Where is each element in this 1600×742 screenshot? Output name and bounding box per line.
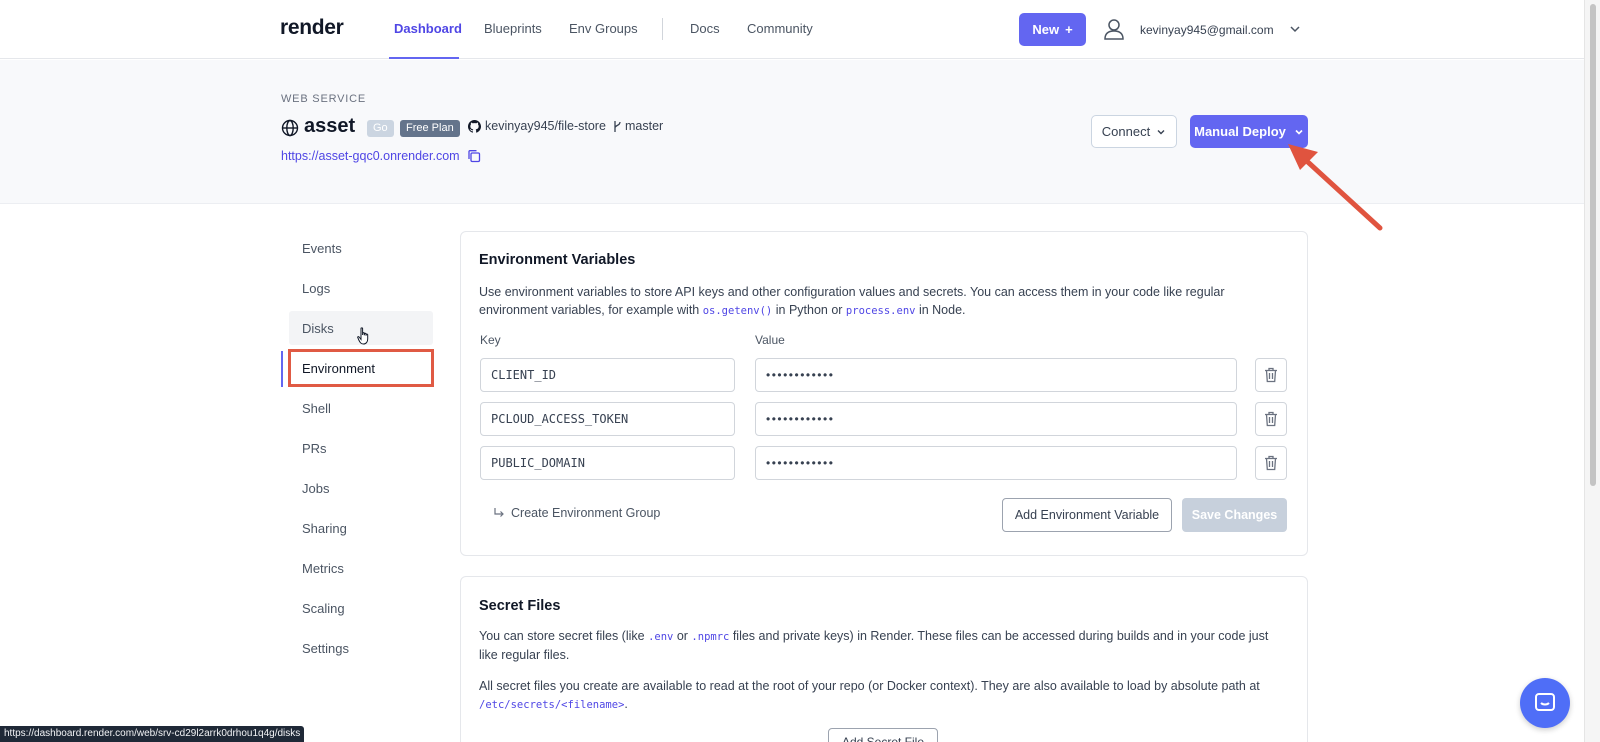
env-value-input[interactable]: •••••••••••• — [755, 358, 1237, 392]
env-description: Use environment variables to store API k… — [479, 283, 1289, 320]
secret-desc-text-1: You can store secret files (like — [479, 629, 649, 643]
globe-icon — [281, 119, 299, 137]
repo-link[interactable]: kevinyay945/file-store — [468, 119, 606, 133]
connect-button-label: Connect — [1101, 124, 1151, 139]
manual-deploy-label: Manual Deploy — [1194, 124, 1286, 139]
nav-community[interactable]: Community — [747, 21, 813, 36]
trash-icon — [1265, 411, 1277, 427]
env-key-input[interactable]: PUBLIC_DOMAIN — [480, 446, 735, 480]
user-email[interactable]: kevinyay945@gmail.com — [1140, 23, 1274, 37]
trash-icon — [1265, 367, 1277, 383]
chevron-down-icon — [1295, 129, 1303, 135]
chat-support-button[interactable] — [1520, 678, 1570, 728]
branch-label: master — [612, 119, 663, 133]
connect-button[interactable]: Connect — [1091, 115, 1177, 148]
copy-icon[interactable] — [467, 149, 481, 163]
create-environment-group-link[interactable]: Create Environment Group — [493, 506, 660, 520]
value-column-label: Value — [755, 333, 785, 347]
env-code-getenv: os.getenv() — [702, 305, 773, 317]
env-desc-text-2: in Python or — [772, 303, 846, 317]
hand-cursor-icon — [357, 327, 369, 345]
add-environment-variable-button[interactable]: Add Environment Variable — [1002, 498, 1172, 532]
sidebar-item-jobs[interactable]: Jobs — [302, 481, 329, 496]
chevron-down-icon[interactable] — [1288, 22, 1302, 36]
nav-dashboard[interactable]: Dashboard — [394, 21, 462, 36]
repo-name: kevinyay945/file-store — [485, 119, 606, 133]
sidebar-item-logs[interactable]: Logs — [302, 281, 330, 296]
service-url-link[interactable]: https://asset-gqc0.onrender.com — [281, 149, 460, 163]
user-icon[interactable] — [1104, 18, 1124, 40]
sidebar-item-events[interactable]: Events — [302, 241, 342, 256]
sidebar-item-prs[interactable]: PRs — [302, 441, 327, 456]
scrollbar-thumb[interactable] — [1590, 4, 1596, 486]
secret-files-description: You can store secret files (like .env or… — [479, 627, 1289, 664]
sidebar-item-sharing[interactable]: Sharing — [302, 521, 347, 536]
add-secret-file-button[interactable]: Add Secret File — [828, 728, 938, 742]
secret-code-env: .env — [648, 631, 674, 643]
secret-code-npmrc: .npmrc — [691, 631, 730, 643]
env-value-input[interactable]: •••••••••••• — [755, 446, 1237, 480]
env-section-title: Environment Variables — [479, 252, 636, 268]
nav-docs[interactable]: Docs — [690, 21, 720, 36]
secret-path-code: /etc/secrets/<filename> — [479, 699, 625, 711]
delete-env-var-button[interactable] — [1255, 446, 1287, 480]
secret-path-text-1: All secret files you create are availabl… — [479, 679, 1260, 693]
annotation-arrow — [1288, 144, 1383, 231]
nav-active-underline — [389, 57, 459, 59]
secret-path-text-2: . — [624, 697, 628, 711]
nav-env-groups[interactable]: Env Groups — [569, 21, 638, 36]
env-desc-text-3: in Node. — [915, 303, 966, 317]
branch-icon — [614, 120, 621, 132]
save-changes-button[interactable]: Save Changes — [1182, 498, 1287, 532]
runtime-badge: Go — [367, 120, 394, 137]
service-type-label: WEB SERVICE — [281, 93, 367, 105]
sidebar-item-settings[interactable]: Settings — [302, 641, 349, 656]
chevron-down-icon — [1157, 129, 1165, 134]
new-button[interactable]: New + — [1019, 13, 1086, 46]
environment-highlight-box — [288, 349, 434, 387]
delete-env-var-button[interactable] — [1255, 358, 1287, 392]
sidebar-item-disks[interactable]: Disks — [302, 321, 334, 336]
env-key-input[interactable]: PCLOUD_ACCESS_TOKEN — [480, 402, 735, 436]
nav-blueprints[interactable]: Blueprints — [484, 21, 542, 36]
create-environment-group-label: Create Environment Group — [511, 506, 661, 520]
sidebar-active-indicator — [281, 351, 283, 387]
service-name: asset — [304, 115, 356, 137]
nav-divider — [662, 18, 663, 40]
secret-desc-text-2: or — [673, 629, 692, 643]
delete-env-var-button[interactable] — [1255, 402, 1287, 436]
env-code-process: process.env — [845, 305, 916, 317]
secret-files-title: Secret Files — [479, 598, 561, 614]
sidebar-item-scaling[interactable]: Scaling — [302, 601, 345, 616]
sidebar-item-metrics[interactable]: Metrics — [302, 561, 344, 576]
plus-icon: + — [1065, 22, 1073, 37]
secret-files-path-description: All secret files you create are availabl… — [479, 677, 1289, 714]
branch-name: master — [625, 119, 664, 133]
env-value-input[interactable]: •••••••••••• — [755, 402, 1237, 436]
env-key-input[interactable]: CLIENT_ID — [480, 358, 735, 392]
browser-status-url: https://dashboard.render.com/web/srv-cd2… — [0, 726, 305, 742]
key-column-label: Key — [480, 333, 501, 347]
new-button-label: New — [1032, 22, 1060, 37]
top-navigation: render Dashboard Blueprints Env Groups D… — [0, 0, 1584, 59]
render-logo[interactable]: render — [280, 16, 344, 40]
sidebar-item-shell[interactable]: Shell — [302, 401, 331, 416]
return-arrow-icon — [494, 508, 504, 517]
trash-icon — [1265, 455, 1277, 471]
chat-icon — [1535, 693, 1555, 711]
github-icon — [468, 119, 481, 133]
plan-badge: Free Plan — [400, 120, 460, 137]
